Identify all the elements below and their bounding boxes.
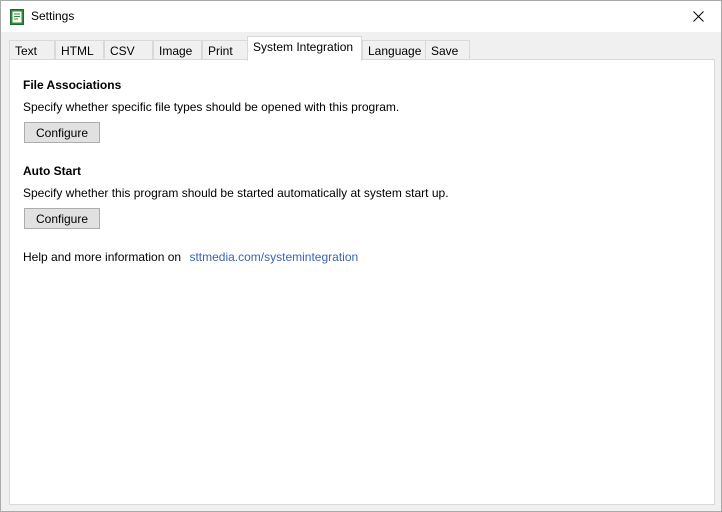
tab-save[interactable]: Save: [425, 40, 470, 60]
file-associations-configure-button[interactable]: Configure: [24, 122, 100, 143]
settings-window: Settings Text HTML CSV Image Print Syste…: [0, 0, 722, 512]
file-associations-description: Specify whether specific file types shou…: [23, 100, 400, 114]
system-integration-panel: File Associations Specify whether specif…: [9, 59, 715, 505]
notepad-green-icon: [10, 9, 24, 25]
tab-language[interactable]: Language: [362, 40, 426, 60]
window-title: Settings: [31, 9, 75, 23]
auto-start-title: Auto Start: [23, 164, 81, 178]
auto-start-configure-button[interactable]: Configure: [24, 208, 100, 229]
tab-print[interactable]: Print: [202, 40, 249, 60]
auto-start-description: Specify whether this program should be s…: [23, 186, 449, 200]
tab-html[interactable]: HTML: [55, 40, 104, 60]
tab-system-integration[interactable]: System Integration: [247, 36, 362, 61]
close-button[interactable]: [675, 1, 721, 32]
help-link[interactable]: sttmedia.com/systemintegration: [189, 250, 358, 264]
file-associations-title: File Associations: [23, 78, 122, 92]
help-text: Help and more information on: [23, 250, 182, 264]
tab-strip: Text HTML CSV Image Print System Integra…: [9, 36, 715, 61]
tab-csv[interactable]: CSV: [104, 40, 153, 60]
tab-text[interactable]: Text: [9, 40, 55, 60]
title-bar[interactable]: Settings: [1, 1, 721, 32]
tab-image[interactable]: Image: [153, 40, 202, 60]
help-line: Help and more information on sttmedia.co…: [23, 250, 358, 264]
close-icon: [692, 11, 704, 22]
